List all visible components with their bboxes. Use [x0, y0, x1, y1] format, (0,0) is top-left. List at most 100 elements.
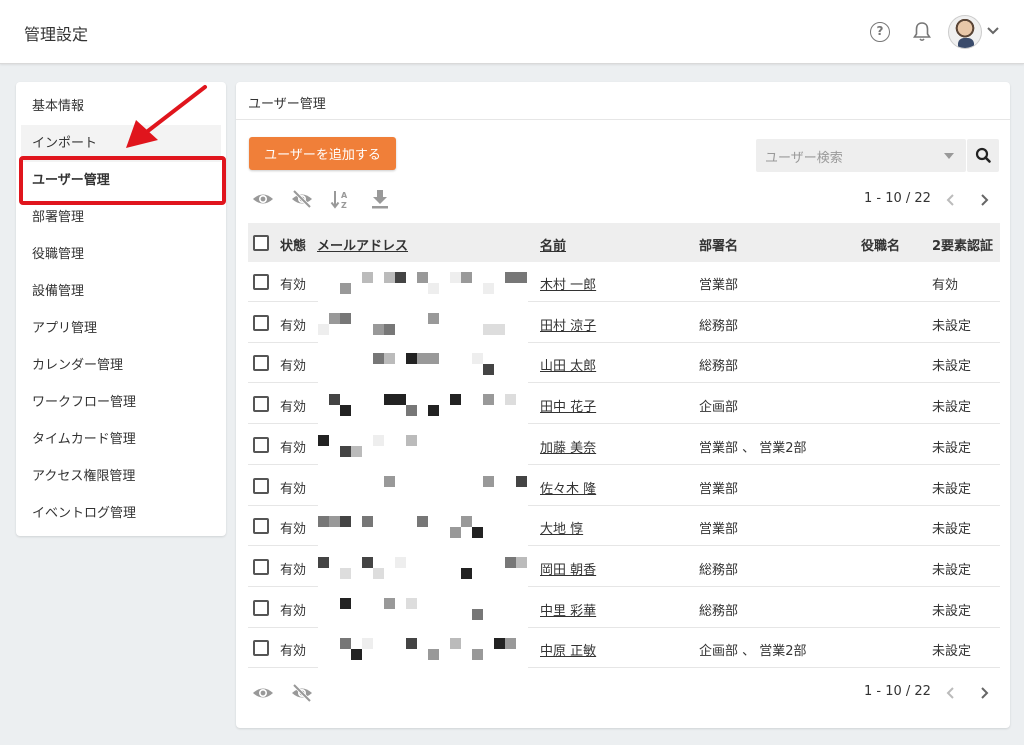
redaction-pixel	[483, 364, 494, 376]
row-checkbox[interactable]	[253, 396, 269, 413]
redaction-pixel	[340, 516, 351, 528]
redaction-pixel	[505, 272, 516, 283]
row-department: 企画部 、 営業2部	[699, 644, 807, 660]
panel-title: ユーザー管理	[248, 97, 326, 112]
redaction-pixel	[384, 597, 395, 609]
row-status: 有効	[280, 481, 307, 497]
redaction-pixel	[417, 272, 428, 283]
row-status: 有効	[280, 644, 307, 660]
redaction-pixel	[373, 323, 384, 335]
sidebar-item-facility-management[interactable]: 設備管理	[16, 273, 226, 310]
row-department: 総務部	[699, 359, 739, 375]
redaction-pixel	[483, 323, 494, 335]
eye-off-icon[interactable]	[291, 188, 313, 210]
sidebar-item-workflow-management[interactable]: ワークフロー管理	[16, 384, 226, 421]
eye-off-icon-bottom[interactable]	[291, 682, 313, 704]
email-column-redacted	[318, 262, 528, 672]
pager-label-bottom: 1 - 10 / 22	[864, 684, 931, 699]
redaction-pixel	[483, 283, 494, 294]
row-checkbox[interactable]	[253, 314, 269, 331]
select-all-checkbox[interactable]	[253, 235, 269, 251]
redaction-pixel	[450, 527, 461, 539]
user-search-select[interactable]: ユーザー検索	[756, 139, 966, 172]
redaction-pixel	[340, 283, 351, 294]
row-user-name-link[interactable]: 佐々木 隆	[540, 478, 596, 497]
redaction-pixel	[505, 394, 516, 406]
sidebar: 基本情報 インポート ユーザー管理 部署管理 役職管理 設備管理 アプリ管理 カ…	[16, 82, 226, 536]
sidebar-item-department-management[interactable]: 部署管理	[16, 199, 226, 236]
row-department: 企画部	[699, 400, 739, 416]
sidebar-item-user-management[interactable]: ユーザー管理	[16, 162, 226, 199]
user-avatar[interactable]	[948, 15, 982, 49]
row-status: 有効	[280, 603, 307, 619]
page-title: 管理設定	[24, 25, 89, 44]
row-checkbox[interactable]	[253, 640, 269, 657]
row-status: 有効	[280, 359, 307, 375]
sidebar-item-timecard-management[interactable]: タイムカード管理	[16, 421, 226, 458]
row-2fa-status: 未設定	[932, 400, 972, 416]
sidebar-item-access-management[interactable]: アクセス権限管理	[16, 458, 226, 495]
row-checkbox[interactable]	[253, 477, 269, 494]
add-user-button[interactable]: ユーザーを追加する	[249, 137, 396, 170]
chevron-right-icon[interactable]	[976, 192, 992, 208]
row-status: 有効	[280, 278, 307, 293]
help-circle-icon[interactable]: ?	[870, 22, 890, 42]
row-checkbox[interactable]	[253, 518, 269, 535]
redaction-pixel	[461, 516, 472, 528]
redaction-pixel	[428, 649, 439, 661]
redaction-pixel	[461, 567, 472, 579]
chevron-right-icon-bottom[interactable]	[976, 685, 992, 701]
sidebar-item-import[interactable]: インポート	[21, 125, 221, 162]
sort-az-icon[interactable]: A Z	[330, 188, 352, 210]
row-user-name-link[interactable]: 岡田 朝香	[540, 559, 596, 578]
row-department: 営業部 、 営業2部	[699, 440, 807, 456]
redaction-pixel	[318, 556, 329, 568]
bell-icon[interactable]	[912, 21, 932, 43]
redaction-pixel	[318, 434, 329, 446]
sidebar-item-calendar-management[interactable]: カレンダー管理	[16, 347, 226, 384]
sidebar-item-basic-info[interactable]: 基本情報	[16, 88, 226, 125]
redaction-pixel	[406, 353, 417, 365]
chevron-down-icon[interactable]	[986, 24, 1000, 38]
row-user-name-link[interactable]: 中里 彩華	[540, 600, 596, 619]
row-user-name-link[interactable]: 中原 正敏	[540, 640, 596, 659]
sidebar-item-position-management[interactable]: 役職管理	[16, 236, 226, 273]
download-icon[interactable]	[369, 188, 391, 210]
chevron-left-icon[interactable]	[943, 192, 959, 208]
redaction-pixel	[406, 434, 417, 446]
row-checkbox[interactable]	[253, 274, 269, 290]
svg-text:Z: Z	[341, 201, 347, 210]
redaction-pixel	[384, 323, 395, 335]
redaction-pixel	[483, 394, 494, 406]
search-button[interactable]	[967, 139, 999, 172]
redaction-pixel	[450, 638, 461, 650]
redaction-pixel	[472, 527, 483, 539]
row-department: 総務部	[699, 603, 739, 619]
row-2fa-status: 未設定	[932, 440, 972, 456]
redaction-pixel	[406, 638, 417, 650]
sidebar-item-eventlog-management[interactable]: イベントログ管理	[16, 495, 226, 532]
row-2fa-status: 未設定	[932, 562, 972, 578]
row-checkbox[interactable]	[253, 558, 269, 575]
row-checkbox[interactable]	[253, 599, 269, 616]
row-user-name-link[interactable]: 田村 涼子	[540, 315, 596, 334]
sidebar-item-app-management[interactable]: アプリ管理	[16, 310, 226, 347]
row-checkbox[interactable]	[253, 355, 269, 372]
row-user-name-link[interactable]: 山田 太郎	[540, 355, 596, 374]
search-icon	[975, 147, 991, 163]
redaction-pixel	[329, 394, 340, 406]
row-user-name-link[interactable]: 加藤 美奈	[540, 437, 596, 456]
row-user-name-link[interactable]: 田中 花子	[540, 396, 596, 415]
row-2fa-status: 未設定	[932, 359, 972, 375]
row-user-name-link[interactable]: 木村 一郎	[540, 274, 596, 293]
row-checkbox[interactable]	[253, 436, 269, 453]
eye-icon[interactable]	[252, 188, 274, 210]
eye-icon-bottom[interactable]	[252, 682, 274, 704]
column-email[interactable]: メールアドレス	[317, 235, 408, 254]
row-user-name-link[interactable]: 大地 惇	[540, 518, 583, 537]
row-status: 有効	[280, 562, 307, 578]
redaction-pixel	[340, 405, 351, 417]
chevron-left-icon-bottom[interactable]	[943, 685, 959, 701]
redaction-pixel	[406, 597, 417, 609]
column-name[interactable]: 名前	[540, 235, 566, 254]
